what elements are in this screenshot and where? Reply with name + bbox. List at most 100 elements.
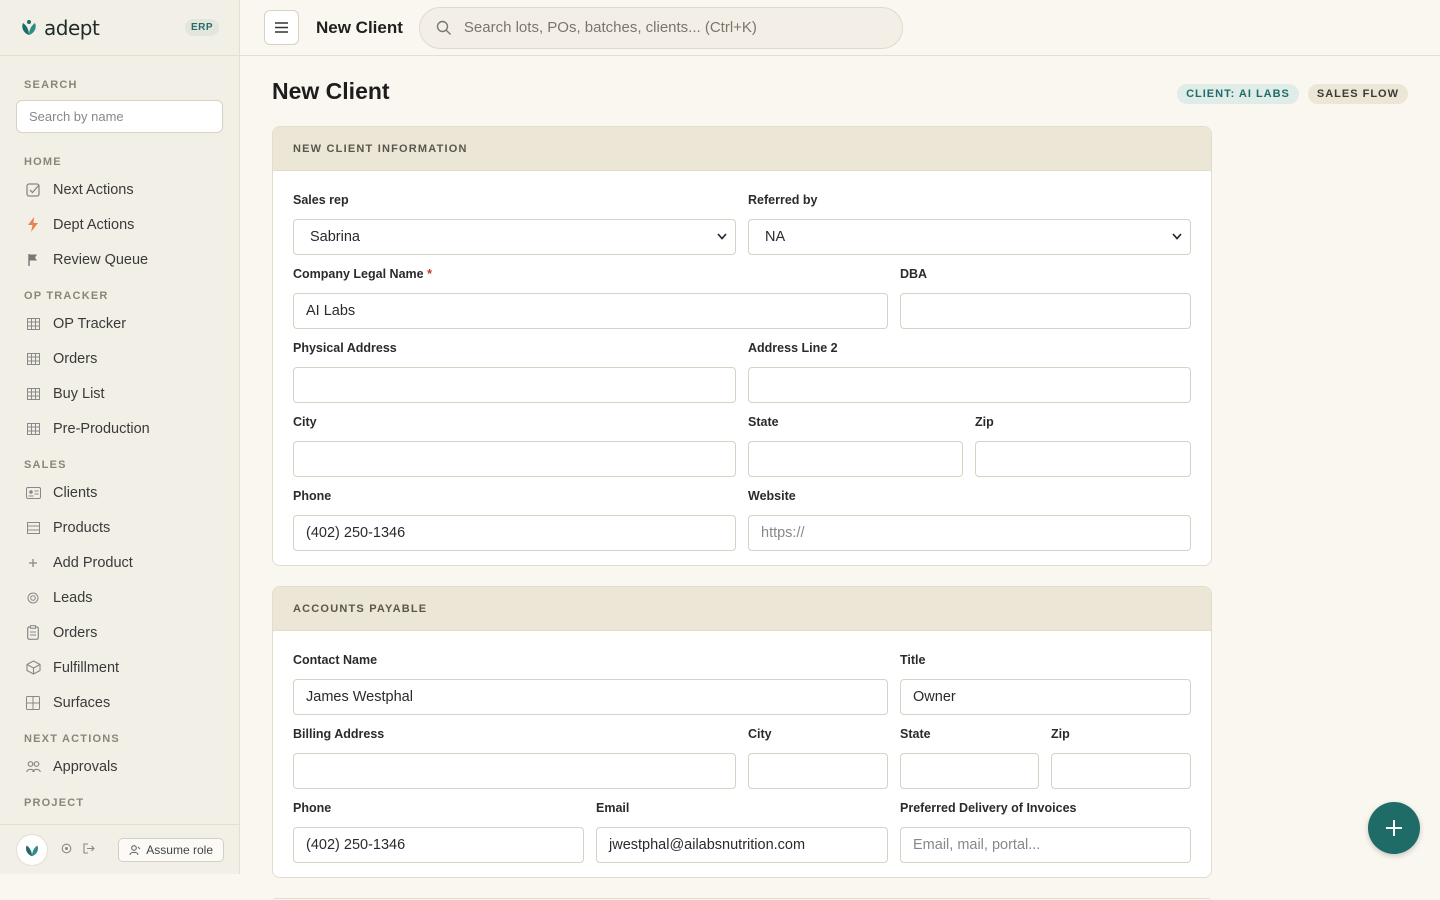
assume-role-button[interactable]: Assume role xyxy=(118,837,224,862)
sidebar-item-clients[interactable]: Clients xyxy=(16,475,223,510)
preferred-delivery-input[interactable]: Email, mail, portal... xyxy=(900,827,1191,863)
sidebar-item-label: Fulfillment xyxy=(53,659,120,676)
ap-phone-input[interactable]: (402) 250-1346 xyxy=(293,827,584,863)
field-label: Title xyxy=(900,653,926,667)
sidebar-item-buy-list[interactable]: Buy List xyxy=(16,376,223,411)
field-label: Website xyxy=(748,489,796,503)
accounts-payable-card: ACCOUNTS PAYABLE Contact Name James West… xyxy=(272,586,1212,878)
title-input[interactable]: Owner xyxy=(900,679,1191,715)
sidebar-heading: OP TRACKER xyxy=(24,290,109,302)
sidebar-footer: Assume role xyxy=(0,824,239,874)
sidebar-item-label: Approvals xyxy=(53,758,118,775)
plus-icon xyxy=(1386,820,1402,836)
ap-email-field: Email jwestphal@ailabsnutrition.com xyxy=(596,801,888,863)
main-content: New Client CLIENT: AI LABS SALES FLOW NE… xyxy=(240,57,1440,900)
phone-input[interactable]: (402) 250-1346 xyxy=(293,515,736,551)
sidebar-item-approvals[interactable]: Approvals xyxy=(16,749,223,784)
field-label: Address Line 2 xyxy=(748,341,838,355)
sidebar-item-label: Clients xyxy=(53,484,98,501)
billing-address-input[interactable] xyxy=(293,753,736,789)
sidebar-item-sales-orders[interactable]: Orders xyxy=(16,615,223,650)
ap-city-input[interactable] xyxy=(748,753,888,789)
city-field: City xyxy=(293,415,736,477)
sales-rep-field: Sales rep Sabrina xyxy=(293,193,736,255)
sidebar-item-op-tracker[interactable]: OP Tracker xyxy=(16,306,223,341)
sidebar-item-label: Dept Actions xyxy=(53,216,135,233)
company-legal-name-input[interactable]: AI Labs xyxy=(293,293,888,329)
sidebar-section-home: HOME Next Actions Dept Actions Review Qu… xyxy=(0,155,239,277)
field-label: Zip xyxy=(1051,727,1070,741)
flag-icon xyxy=(25,252,41,268)
sidebar-item-next-actions[interactable]: Next Actions xyxy=(16,172,223,207)
field-label: State xyxy=(900,727,931,741)
grid-icon xyxy=(25,386,41,402)
field-label: State xyxy=(748,415,779,429)
erp-badge: ERP xyxy=(184,19,219,36)
sidebar-item-label: Add Product xyxy=(53,554,133,571)
state-field: State xyxy=(748,415,963,477)
dba-input[interactable] xyxy=(900,293,1191,329)
topbar-title: New Client xyxy=(316,17,403,37)
field-label: Referred by xyxy=(748,193,818,207)
clipboard-icon xyxy=(25,625,41,641)
sidebar-item-dept-actions[interactable]: Dept Actions xyxy=(16,207,223,242)
city-input[interactable] xyxy=(293,441,736,477)
theme-toggle-icon[interactable] xyxy=(61,843,72,857)
sidebar-item-review-queue[interactable]: Review Queue xyxy=(16,242,223,277)
global-search-input[interactable]: Search lots, POs, batches, clients... (C… xyxy=(418,6,903,49)
add-fab-button[interactable] xyxy=(1368,802,1420,854)
field-label: Phone xyxy=(293,801,332,815)
sales-flow-badge: SALES FLOW xyxy=(1307,84,1408,104)
contact-name-input[interactable]: James Westphal xyxy=(293,679,888,715)
sidebar-heading: PROJECT xyxy=(24,797,85,809)
sidebar-item-surfaces[interactable]: Surfaces xyxy=(16,685,223,720)
referred-by-field: Referred by NA xyxy=(748,193,1191,255)
sidebar-section-sales: SALES Clients Products Add Product Leads… xyxy=(0,458,239,720)
plus-icon xyxy=(25,555,41,571)
address-line-2-field: Address Line 2 xyxy=(748,341,1191,403)
logo-icon xyxy=(26,845,38,856)
avatar[interactable] xyxy=(16,833,48,866)
sidebar-item-label: Surfaces xyxy=(53,694,111,711)
sidebar-item-products[interactable]: Products xyxy=(16,510,223,545)
required-marker: * xyxy=(427,267,432,281)
menu-toggle-button[interactable] xyxy=(264,10,299,45)
card-heading: ACCOUNTS PAYABLE xyxy=(273,587,1211,631)
logout-icon[interactable] xyxy=(83,842,95,857)
brand-name: adept xyxy=(44,15,100,40)
sidebar-item-orders[interactable]: Orders xyxy=(16,341,223,376)
sidebar-search-input[interactable] xyxy=(16,100,223,133)
bolt-icon xyxy=(25,217,41,233)
grid-icon xyxy=(25,316,41,332)
page-title: New Client xyxy=(272,78,390,104)
sidebar-item-pre-production[interactable]: Pre-Production xyxy=(16,411,223,446)
sidebar-item-leads[interactable]: Leads xyxy=(16,580,223,615)
field-label: City xyxy=(748,727,772,741)
physical-address-input[interactable] xyxy=(293,367,736,403)
sidebar-heading: HOME xyxy=(24,156,62,168)
address-line-2-input[interactable] xyxy=(748,367,1191,403)
sidebar-item-label: Buy List xyxy=(53,385,105,402)
logo-icon xyxy=(22,19,36,35)
sidebar-item-fulfillment[interactable]: Fulfillment xyxy=(16,650,223,685)
sidebar-heading: SALES xyxy=(24,459,67,471)
referred-by-select[interactable]: NA xyxy=(748,219,1191,255)
website-input[interactable]: https:// xyxy=(748,515,1191,551)
state-input[interactable] xyxy=(748,441,963,477)
card-heading: NEW CLIENT INFORMATION xyxy=(273,127,1211,171)
box-icon xyxy=(25,660,41,676)
contact-name-field: Contact Name James Westphal xyxy=(293,653,888,715)
field-label: Physical Address xyxy=(293,341,397,355)
grid-icon xyxy=(25,421,41,437)
ap-phone-field: Phone (402) 250-1346 xyxy=(293,801,584,863)
preferred-delivery-field: Preferred Delivery of Invoices Email, ma… xyxy=(900,801,1191,863)
sidebar-item-add-product[interactable]: Add Product xyxy=(16,545,223,580)
user-icon xyxy=(129,844,141,855)
ap-zip-input[interactable] xyxy=(1051,753,1191,789)
ap-state-input[interactable] xyxy=(900,753,1039,789)
sales-rep-select[interactable]: Sabrina xyxy=(293,219,736,255)
ap-email-input[interactable]: jwestphal@ailabsnutrition.com xyxy=(596,827,888,863)
zip-input[interactable] xyxy=(975,441,1191,477)
id-card-icon xyxy=(25,485,41,501)
physical-address-field: Physical Address xyxy=(293,341,736,403)
